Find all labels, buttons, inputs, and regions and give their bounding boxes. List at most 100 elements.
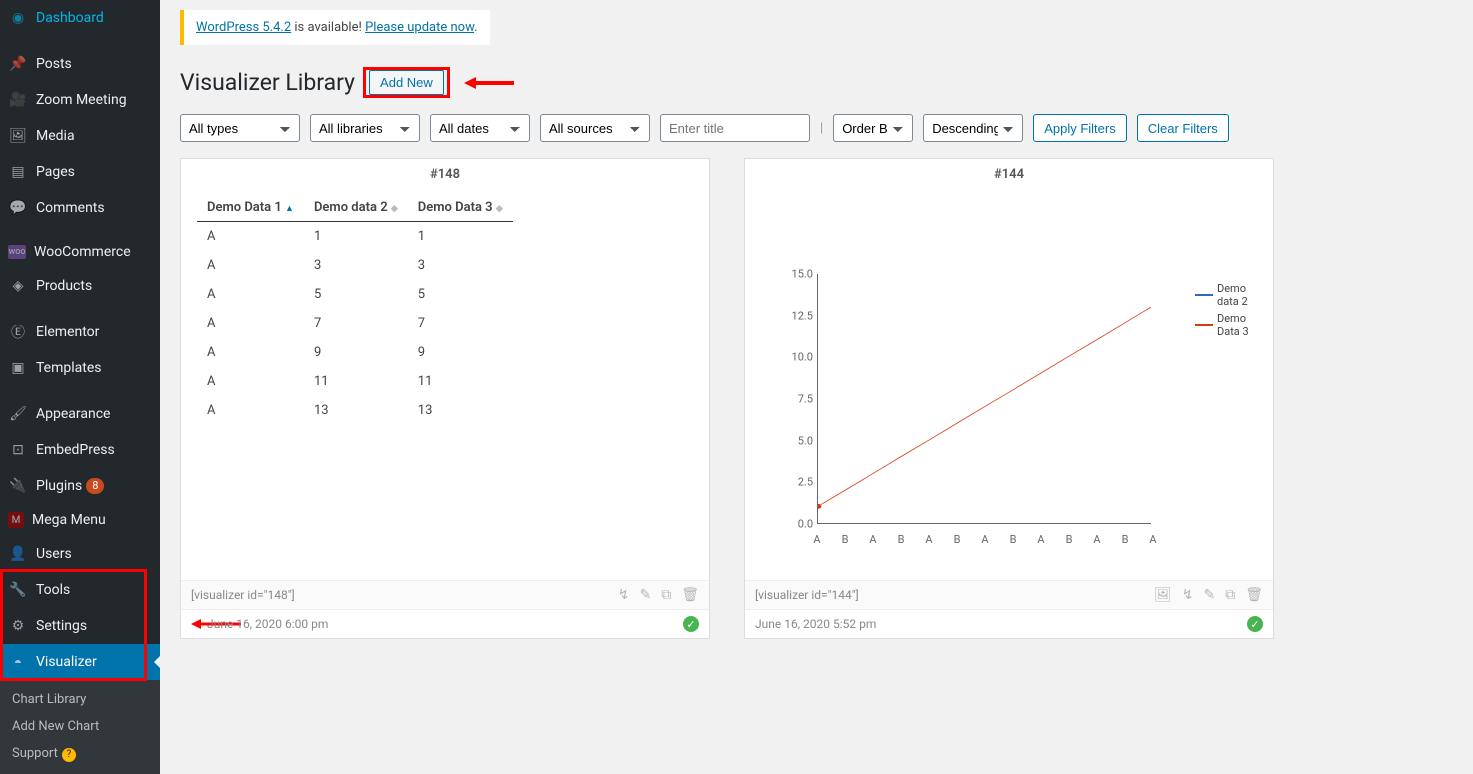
cell: 3 (304, 251, 408, 280)
sidebar-item-posts[interactable]: 📌Posts (0, 46, 160, 82)
filter-sources[interactable]: All sources (540, 114, 650, 142)
label: Comments (36, 200, 105, 216)
card-title: #144 (745, 159, 1273, 190)
y-tick: 7.5 (777, 393, 813, 406)
sidebar-item-tools[interactable]: 🔧 Tools (0, 572, 160, 608)
edit-icon[interactable]: ✎ (1203, 587, 1215, 603)
clone-icon[interactable]: ⧉ (661, 587, 671, 603)
visualizer-submenu: Chart Library Add New Chart Support? (0, 680, 160, 774)
submenu-add-new-chart[interactable]: Add New Chart (0, 713, 160, 740)
filter-title-input[interactable] (660, 114, 810, 142)
wp-version-link[interactable]: WordPress 5.4.2 (196, 20, 291, 35)
export-icon[interactable]: ↯ (1182, 587, 1194, 603)
update-notice: WordPress 5.4.2 is available! Please upd… (180, 10, 490, 45)
update-badge: 8 (86, 478, 104, 494)
clone-icon[interactable]: ⧉ (1225, 587, 1235, 603)
sidebar-item-zoom[interactable]: 🎥 Zoom Meeting (0, 82, 160, 118)
x-tick: A (981, 533, 988, 546)
table-row: A11 (197, 222, 513, 252)
update-now-link[interactable]: Please update now (365, 20, 474, 35)
trash-icon[interactable]: 🗑 (1245, 587, 1263, 603)
filter-libraries[interactable]: All libraries (310, 114, 420, 142)
export-icon[interactable]: ↯ (618, 587, 630, 603)
submenu-support[interactable]: Support? (0, 740, 160, 768)
y-tick: 12.5 (777, 309, 813, 322)
main-content: WordPress 5.4.2 is available! Please upd… (160, 0, 1473, 774)
wrench-icon: 🔧 (8, 580, 28, 600)
label: Dashboard (36, 10, 104, 26)
label: Tools (36, 582, 70, 598)
filter-types[interactable]: All types (180, 114, 300, 142)
shortcode-text: [visualizer id="148"] (191, 588, 295, 602)
chart-cards: #148 Demo Data 1 ▲ Demo data 2 ◆ Demo Da… (180, 158, 1453, 639)
sidebar-item-embedpress[interactable]: ⊡EmbedPress (0, 432, 160, 468)
cell: 7 (408, 309, 513, 338)
col-header[interactable]: Demo Data 3 ◆ (408, 194, 513, 222)
card-footer-actions: [visualizer id="148"] ↯ ✎ ⧉ 🗑 (181, 580, 709, 609)
label: Mega Menu (32, 512, 106, 528)
x-tick: A (1037, 533, 1044, 546)
filter-dates[interactable]: All dates (430, 114, 530, 142)
edit-icon[interactable]: ✎ (639, 587, 651, 603)
cell: 13 (304, 396, 408, 425)
apply-filters-button[interactable]: Apply Filters (1033, 114, 1127, 142)
submenu-chart-library[interactable]: Chart Library (0, 686, 160, 713)
clear-filters-button[interactable]: Clear Filters (1137, 114, 1229, 142)
table-row: A77 (197, 309, 513, 338)
video-icon: 🎥 (8, 90, 28, 110)
table-row: A55 (197, 280, 513, 309)
x-tick: A (1149, 533, 1156, 546)
sidebar-item-megamenu[interactable]: MMega Menu (0, 504, 160, 536)
dashboard-icon: ◉ (8, 8, 28, 28)
cell: 3 (408, 251, 513, 280)
plot-area (817, 274, 1151, 524)
embed-icon: ⊡ (8, 440, 28, 460)
cell: A (197, 309, 304, 338)
filter-orderby[interactable]: Order By (833, 114, 913, 142)
sidebar-item-dashboard[interactable]: ◉ Dashboard (0, 0, 160, 36)
y-tick: 10.0 (777, 351, 813, 364)
sidebar-item-users[interactable]: 👤Users (0, 536, 160, 572)
cell: 11 (304, 367, 408, 396)
sidebar-item-settings[interactable]: ⚙Settings (0, 608, 160, 644)
cell: 9 (304, 338, 408, 367)
table-row: A99 (197, 338, 513, 367)
date-text: June 16, 2020 5:52 pm (755, 617, 876, 631)
label: Zoom Meeting (36, 92, 127, 108)
sidebar-item-comments[interactable]: 💬 Comments (0, 190, 160, 226)
filter-direction[interactable]: Descending (923, 114, 1023, 142)
sidebar-item-woocommerce[interactable]: woo WooCommerce (0, 236, 160, 268)
label: Elementor (36, 324, 99, 340)
y-tick: 2.5 (777, 476, 813, 489)
sidebar-item-media[interactable]: 🖼Media (0, 118, 160, 154)
comment-icon: 💬 (8, 198, 28, 218)
template-icon: ▣ (8, 358, 28, 378)
data-table: Demo Data 1 ▲ Demo data 2 ◆ Demo Data 3 … (197, 194, 513, 425)
sidebar-item-elementor[interactable]: ⒺElementor (0, 314, 160, 350)
sidebar-item-plugins[interactable]: 🔌Plugins8 (0, 468, 160, 504)
sidebar-item-pages[interactable]: ▤Pages (0, 154, 160, 190)
label: Support (12, 746, 58, 761)
sidebar-item-products[interactable]: ◈Products (0, 268, 160, 304)
col-header[interactable]: Demo data 2 ◆ (304, 194, 408, 222)
cell: A (197, 222, 304, 252)
label: WooCommerce (34, 244, 131, 260)
add-new-button[interactable]: Add New (369, 70, 444, 95)
legend-label: Demo Data 3 (1217, 312, 1257, 338)
sidebar-item-appearance[interactable]: 🖌Appearance (0, 396, 160, 432)
plug-icon: 🔌 (8, 476, 28, 496)
brush-icon: 🖌 (8, 404, 28, 424)
sidebar-item-visualizer[interactable]: ◓Visualizer (0, 644, 160, 680)
trash-icon[interactable]: 🗑 (681, 587, 699, 603)
sidebar-item-templates[interactable]: ▣Templates (0, 350, 160, 386)
woo-icon: woo (8, 245, 26, 259)
table-row: A1313 (197, 396, 513, 425)
legend-swatch (1195, 324, 1213, 326)
label: Media (36, 128, 75, 144)
cell: 1 (304, 222, 408, 252)
chart-card-144: #144 0.02.55.07.510.012.515.0 ABABABABAB… (744, 158, 1274, 639)
image-icon[interactable]: 🖼 (1154, 587, 1172, 603)
legend-label: Demo data 2 (1217, 282, 1257, 308)
legend-item: Demo Data 3 (1195, 312, 1257, 338)
col-header[interactable]: Demo Data 1 ▲ (197, 194, 304, 222)
